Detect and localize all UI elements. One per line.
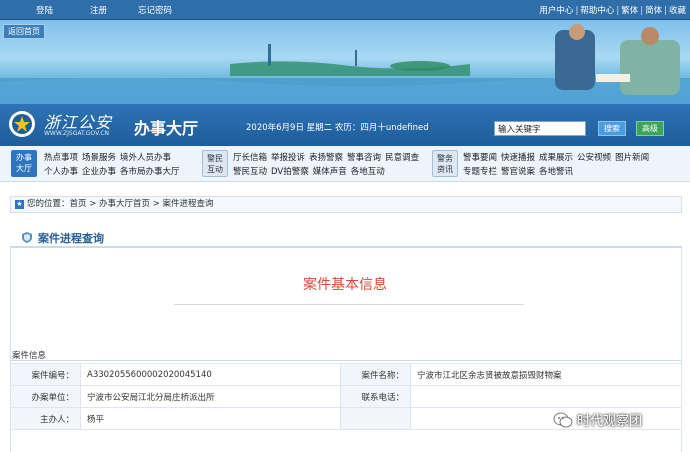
field-label: 办案单位： — [10, 385, 81, 408]
case-name-value: 宁波市江北区余志贤被故意损毁财物案 — [410, 363, 682, 386]
case-heading: 案件基本信息 — [303, 277, 387, 293]
nav-link[interactable]: 公安视频 — [577, 153, 611, 163]
panel-title: 案件进程查询 — [38, 232, 104, 245]
nav-link[interactable]: 场景服务 — [82, 153, 116, 163]
nav-link[interactable]: 媒体声音 — [313, 167, 347, 177]
case-number-value: A3302055600002020045140 — [80, 363, 341, 386]
main-nav: 办事 大厅 热点事项 场景服务 境外人员办事 个人办事 企业办事 各市局办事大厅 警民 … — [0, 146, 690, 182]
forgot-password-link[interactable]: 忘记密码 — [138, 4, 172, 16]
panel-header: 案件进程查询 — [10, 228, 682, 248]
section-divider — [10, 360, 682, 361]
nav-group-1-row-1: 热点事项 场景服务 境外人员办事 — [44, 151, 175, 163]
nav-group-3-row-2: 专题专栏 警官说案 各地警讯 — [463, 165, 577, 177]
nav-link[interactable]: 厅长信箱 — [233, 153, 267, 163]
login-link[interactable]: 登陆 — [36, 4, 53, 16]
nav-link[interactable]: 警事要闻 — [463, 153, 497, 163]
shield-icon — [22, 232, 32, 243]
nav-link[interactable]: 警事咨询 — [347, 153, 381, 163]
user-center-link[interactable]: 用户中心 — [539, 6, 573, 16]
nav-link[interactable]: 专题专栏 — [463, 167, 497, 177]
search-input[interactable] — [494, 121, 586, 136]
nav-badge-line: 大厅 — [16, 164, 32, 173]
nav-link[interactable]: 各地警讯 — [539, 167, 573, 177]
officer-value: 杨平 — [80, 407, 341, 430]
nav-link[interactable]: 警民互动 — [233, 167, 267, 177]
nav-badge-line: 办事 — [16, 153, 32, 162]
nav-link[interactable]: DV拍警察 — [271, 167, 309, 177]
table-row: 办案单位： 宁波市公安局江北分局庄桥派出所 联系电话： — [10, 385, 682, 408]
nav-badge-line: 警务 — [437, 154, 453, 163]
nav-link[interactable]: 热点事项 — [44, 153, 78, 163]
advanced-search-button[interactable]: 高级 — [636, 121, 664, 136]
search-button[interactable]: 搜索 — [598, 121, 626, 136]
simplified-link[interactable]: 简体 — [645, 6, 662, 16]
nav-badge-police-interaction[interactable]: 警民 互动 — [202, 150, 228, 177]
top-bar: 登陆 注册 忘记密码 用户中心 | 帮助中心 | 繁体 | 简体 | 收藏 — [0, 0, 690, 20]
nav-group-2-row-1: 厅长信箱 举报投诉 表扬警察 警事咨询 民意调查 — [233, 151, 423, 163]
field-label: 案件名称： — [340, 363, 411, 386]
page-title: 办事大厅 — [134, 119, 199, 138]
breadcrumb-text[interactable]: 您的位置：首页 > 办事大厅首页 > 案件进程查询 — [27, 199, 214, 209]
top-links: 用户中心 | 帮助中心 | 繁体 | 简体 | 收藏 — [539, 6, 686, 16]
traditional-link[interactable]: 繁体 — [621, 6, 638, 16]
logo-url: WWW.ZJSGAT.GOV.CN — [44, 130, 110, 137]
nav-group-3-row-1: 警事要闻 快速播报 成果展示 公安视频 图片新闻 — [463, 151, 653, 163]
help-center-link[interactable]: 帮助中心 — [580, 6, 614, 16]
nav-badge-police-news[interactable]: 警务 资讯 — [432, 150, 458, 177]
favorite-link[interactable]: 收藏 — [669, 6, 686, 16]
field-label: 案件编号： — [10, 363, 81, 386]
register-link[interactable]: 注册 — [90, 4, 107, 16]
page: 登陆 注册 忘记密码 用户中心 | 帮助中心 | 繁体 | 简体 | 收藏 返回首页 — [0, 0, 690, 452]
nav-link[interactable]: 成果展示 — [539, 153, 573, 163]
nav-link[interactable]: 图片新闻 — [615, 153, 649, 163]
nav-badge-line: 互动 — [207, 165, 223, 174]
nav-link[interactable]: 民意调查 — [385, 153, 419, 163]
field-label — [340, 407, 411, 430]
nav-link[interactable]: 个人办事 — [44, 167, 78, 177]
header: 浙江公安 WWW.ZJSGAT.GOV.CN 办事大厅 2020年6月9日 星期… — [0, 104, 690, 146]
nav-badge-line: 资讯 — [437, 165, 453, 174]
nav-group-1-row-2: 个人办事 企业办事 各市局办事大厅 — [44, 165, 184, 177]
nav-badge-service-hall[interactable]: 办事 大厅 — [11, 150, 37, 177]
date-text: 2020年6月9日 星期二 农历：四月十undefined — [246, 123, 429, 133]
nav-link[interactable]: 企业办事 — [82, 167, 116, 177]
location-icon: ★ — [15, 200, 24, 209]
nav-badge-line: 警民 — [207, 154, 223, 163]
nav-link[interactable]: 境外人员办事 — [120, 153, 171, 163]
nav-link[interactable]: 各地互动 — [351, 167, 385, 177]
nav-link[interactable]: 各市局办事大厅 — [120, 167, 180, 177]
breadcrumb: ★ 您的位置：首页 > 办事大厅首页 > 案件进程查询 — [10, 196, 682, 213]
field-label: 联系电话： — [340, 385, 411, 408]
wechat-icon — [553, 412, 573, 428]
nav-link[interactable]: 举报投诉 — [271, 153, 305, 163]
phone-value — [410, 385, 682, 408]
nav-link[interactable]: 表扬警察 — [309, 153, 343, 163]
back-home-button[interactable]: 返回首页 — [3, 24, 45, 39]
field-label: 主办人： — [10, 407, 81, 430]
nav-link[interactable]: 快速播报 — [501, 153, 535, 163]
banner-scenery — [0, 24, 690, 104]
table-row: 案件编号： A3302055600002020045140 案件名称： 宁波市江… — [10, 363, 682, 386]
nav-link[interactable]: 警官说案 — [501, 167, 535, 177]
banner: 返回首页 — [0, 20, 690, 104]
nav-group-2-row-2: 警民互动 DV拍警察 媒体声音 各地互动 — [233, 165, 389, 177]
watermark: 时代观察团 — [553, 410, 642, 430]
handling-unit-value: 宁波市公安局江北分局庄桥派出所 — [80, 385, 341, 408]
watermark-text: 时代观察团 — [577, 414, 643, 429]
police-emblem-icon — [9, 111, 35, 137]
heading-divider — [174, 304, 524, 305]
